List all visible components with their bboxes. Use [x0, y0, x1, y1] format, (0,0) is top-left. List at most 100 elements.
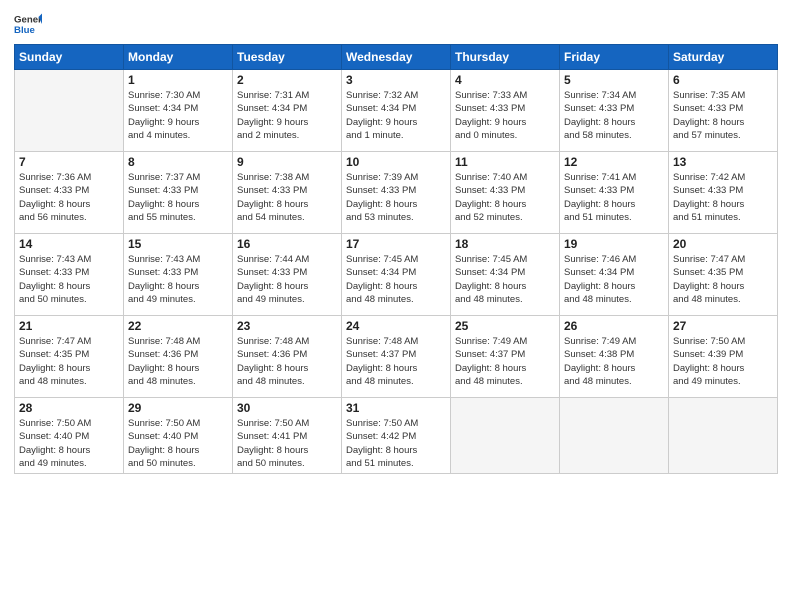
day-cell-13: 13 Sunrise: 7:42 AM Sunset: 4:33 PM Dayli… — [669, 152, 778, 234]
day-cell-2: 2Sunrise: 7:31 AM Sunset: 4:34 PM Daylig… — [233, 70, 342, 152]
col-header-monday: Monday — [124, 45, 233, 70]
week-row-4: 21Sunrise: 7:47 AM Sunset: 4:35 PM Dayli… — [15, 316, 778, 398]
day-cell-26: 26 Sunrise: 7:49 AM Sunset: 4:38 PM Dayli… — [560, 316, 669, 398]
day-cell-3: 3Sunrise: 7:32 AM Sunset: 4:34 PM Daylig… — [342, 70, 451, 152]
day-cell-29: 29 Sunrise: 7:50 AM Sunset: 4:40 PM Dayli… — [124, 398, 233, 474]
empty-cell — [669, 398, 778, 474]
day-number: 16 — [237, 237, 337, 251]
day-info: Sunrise: 7:31 AM Sunset: 4:34 PM Dayligh… — [237, 89, 337, 142]
day-number: 14 — [19, 237, 119, 251]
day-cell-16: 16 Sunrise: 7:44 AM Sunset: 4:33 PM Dayli… — [233, 234, 342, 316]
calendar-table: SundayMondayTuesdayWednesdayThursdayFrid… — [14, 44, 778, 474]
day-number: 30 — [237, 401, 337, 415]
day-cell-24: 24 Sunrise: 7:48 AM Sunset: 4:37 PM Dayli… — [342, 316, 451, 398]
day-number: 8 — [128, 155, 228, 169]
day-info: Sunrise: 7:49 AM Sunset: 4:37 PM Dayligh… — [455, 335, 555, 388]
day-info: Sunrise: 7:44 AM Sunset: 4:33 PM Dayligh… — [237, 253, 337, 306]
day-cell-1: 1 Sunrise: 7:30 AM Sunset: 4:34 PM Daylig… — [124, 70, 233, 152]
day-info: Sunrise: 7:30 AM Sunset: 4:34 PM Dayligh… — [128, 89, 228, 142]
day-info: Sunrise: 7:50 AM Sunset: 4:39 PM Dayligh… — [673, 335, 773, 388]
col-header-tuesday: Tuesday — [233, 45, 342, 70]
col-header-saturday: Saturday — [669, 45, 778, 70]
day-cell-23: 23 Sunrise: 7:48 AM Sunset: 4:36 PM Dayli… — [233, 316, 342, 398]
day-info: Sunrise: 7:32 AM Sunset: 4:34 PM Dayligh… — [346, 89, 446, 142]
col-header-thursday: Thursday — [451, 45, 560, 70]
week-row-5: 28 Sunrise: 7:50 AM Sunset: 4:40 PM Dayli… — [15, 398, 778, 474]
day-number: 10 — [346, 155, 446, 169]
day-number: 4 — [455, 73, 555, 87]
week-row-2: 7Sunrise: 7:36 AM Sunset: 4:33 PM Daylig… — [15, 152, 778, 234]
day-number: 9 — [237, 155, 337, 169]
day-info: Sunrise: 7:46 AM Sunset: 4:34 PM Dayligh… — [564, 253, 664, 306]
day-number: 11 — [455, 155, 555, 169]
day-number: 23 — [237, 319, 337, 333]
day-info: Sunrise: 7:38 AM Sunset: 4:33 PM Dayligh… — [237, 171, 337, 224]
day-cell-17: 17 Sunrise: 7:45 AM Sunset: 4:34 PM Dayli… — [342, 234, 451, 316]
day-info: Sunrise: 7:43 AM Sunset: 4:33 PM Dayligh… — [128, 253, 228, 306]
day-info: Sunrise: 7:45 AM Sunset: 4:34 PM Dayligh… — [346, 253, 446, 306]
empty-cell — [15, 70, 124, 152]
day-number: 15 — [128, 237, 228, 251]
day-info: Sunrise: 7:49 AM Sunset: 4:38 PM Dayligh… — [564, 335, 664, 388]
day-number: 24 — [346, 319, 446, 333]
day-info: Sunrise: 7:39 AM Sunset: 4:33 PM Dayligh… — [346, 171, 446, 224]
page-container: General Blue SundayMondayTuesdayWednesda… — [0, 0, 792, 612]
day-cell-19: 19Sunrise: 7:46 AM Sunset: 4:34 PM Dayli… — [560, 234, 669, 316]
day-info: Sunrise: 7:34 AM Sunset: 4:33 PM Dayligh… — [564, 89, 664, 142]
day-number: 17 — [346, 237, 446, 251]
day-info: Sunrise: 7:47 AM Sunset: 4:35 PM Dayligh… — [673, 253, 773, 306]
day-number: 28 — [19, 401, 119, 415]
day-number: 5 — [564, 73, 664, 87]
day-number: 7 — [19, 155, 119, 169]
header: General Blue — [14, 10, 778, 38]
day-info: Sunrise: 7:45 AM Sunset: 4:34 PM Dayligh… — [455, 253, 555, 306]
day-info: Sunrise: 7:42 AM Sunset: 4:33 PM Dayligh… — [673, 171, 773, 224]
day-cell-30: 30 Sunrise: 7:50 AM Sunset: 4:41 PM Dayli… — [233, 398, 342, 474]
day-number: 26 — [564, 319, 664, 333]
col-header-sunday: Sunday — [15, 45, 124, 70]
day-number: 25 — [455, 319, 555, 333]
day-cell-31: 31 Sunrise: 7:50 AM Sunset: 4:42 PM Dayli… — [342, 398, 451, 474]
day-number: 6 — [673, 73, 773, 87]
day-number: 12 — [564, 155, 664, 169]
day-number: 22 — [128, 319, 228, 333]
day-number: 20 — [673, 237, 773, 251]
empty-cell — [451, 398, 560, 474]
day-info: Sunrise: 7:50 AM Sunset: 4:40 PM Dayligh… — [128, 417, 228, 470]
day-cell-6: 6 Sunrise: 7:35 AM Sunset: 4:33 PM Daylig… — [669, 70, 778, 152]
day-cell-28: 28 Sunrise: 7:50 AM Sunset: 4:40 PM Dayli… — [15, 398, 124, 474]
logo: General Blue — [14, 10, 38, 38]
day-info: Sunrise: 7:50 AM Sunset: 4:40 PM Dayligh… — [19, 417, 119, 470]
day-number: 29 — [128, 401, 228, 415]
day-info: Sunrise: 7:33 AM Sunset: 4:33 PM Dayligh… — [455, 89, 555, 142]
week-row-3: 14 Sunrise: 7:43 AM Sunset: 4:33 PM Dayli… — [15, 234, 778, 316]
day-cell-10: 10 Sunrise: 7:39 AM Sunset: 4:33 PM Dayli… — [342, 152, 451, 234]
day-info: Sunrise: 7:40 AM Sunset: 4:33 PM Dayligh… — [455, 171, 555, 224]
day-number: 18 — [455, 237, 555, 251]
day-info: Sunrise: 7:37 AM Sunset: 4:33 PM Dayligh… — [128, 171, 228, 224]
day-cell-25: 25 Sunrise: 7:49 AM Sunset: 4:37 PM Dayli… — [451, 316, 560, 398]
day-info: Sunrise: 7:50 AM Sunset: 4:41 PM Dayligh… — [237, 417, 337, 470]
day-info: Sunrise: 7:47 AM Sunset: 4:35 PM Dayligh… — [19, 335, 119, 388]
day-cell-4: 4 Sunrise: 7:33 AM Sunset: 4:33 PM Daylig… — [451, 70, 560, 152]
day-number: 31 — [346, 401, 446, 415]
day-cell-18: 18 Sunrise: 7:45 AM Sunset: 4:34 PM Dayli… — [451, 234, 560, 316]
day-info: Sunrise: 7:48 AM Sunset: 4:36 PM Dayligh… — [237, 335, 337, 388]
week-row-1: 1 Sunrise: 7:30 AM Sunset: 4:34 PM Daylig… — [15, 70, 778, 152]
day-cell-12: 12 Sunrise: 7:41 AM Sunset: 4:33 PM Dayli… — [560, 152, 669, 234]
svg-text:Blue: Blue — [14, 25, 35, 36]
day-info: Sunrise: 7:48 AM Sunset: 4:37 PM Dayligh… — [346, 335, 446, 388]
day-number: 13 — [673, 155, 773, 169]
day-info: Sunrise: 7:48 AM Sunset: 4:36 PM Dayligh… — [128, 335, 228, 388]
day-cell-14: 14Sunrise: 7:43 AM Sunset: 4:33 PM Dayli… — [15, 234, 124, 316]
day-number: 1 — [128, 73, 228, 87]
day-info: Sunrise: 7:50 AM Sunset: 4:42 PM Dayligh… — [346, 417, 446, 470]
col-header-friday: Friday — [560, 45, 669, 70]
day-info: Sunrise: 7:41 AM Sunset: 4:33 PM Dayligh… — [564, 171, 664, 224]
day-cell-9: 9 Sunrise: 7:38 AM Sunset: 4:33 PM Daylig… — [233, 152, 342, 234]
col-header-wednesday: Wednesday — [342, 45, 451, 70]
day-cell-21: 21Sunrise: 7:47 AM Sunset: 4:35 PM Dayli… — [15, 316, 124, 398]
day-info: Sunrise: 7:35 AM Sunset: 4:33 PM Dayligh… — [673, 89, 773, 142]
day-cell-8: 8 Sunrise: 7:37 AM Sunset: 4:33 PM Daylig… — [124, 152, 233, 234]
calendar-header-row: SundayMondayTuesdayWednesdayThursdayFrid… — [15, 45, 778, 70]
